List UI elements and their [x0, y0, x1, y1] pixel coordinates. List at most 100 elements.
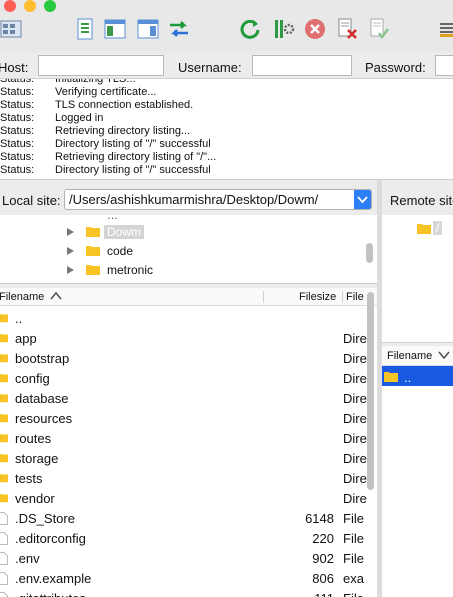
table-row[interactable]: .env.example 806 exa	[0, 567, 364, 587]
log-status-label: Status:	[0, 151, 35, 163]
message-log[interactable]: Status: Initializing TLS... Status: Verifyi…	[0, 79, 453, 180]
disconnect-icon[interactable]	[336, 18, 358, 40]
table-row[interactable]: config Dire	[0, 367, 367, 387]
zoom-window-button[interactable]	[44, 0, 56, 12]
folder-icon	[417, 224, 431, 234]
table-row[interactable]: bootstrap Dire	[0, 347, 367, 367]
toolbar	[0, 0, 453, 52]
local-site-label: Local site:	[2, 193, 61, 208]
local-site-path-combo[interactable]: /Users/ashishkumarmishra/Desktop/Dowm/	[64, 189, 372, 210]
file-name: .DS_Store	[15, 511, 75, 526]
close-window-button[interactable]	[4, 0, 16, 12]
cancel-icon[interactable]	[304, 18, 326, 40]
table-row[interactable]: ..	[0, 307, 364, 327]
toggle-local-tree-icon[interactable]	[104, 18, 126, 40]
column-filename-header[interactable]: Filename	[0, 291, 62, 303]
table-row[interactable]: tests Dire	[0, 467, 367, 487]
remote-row-name: ..	[404, 370, 412, 385]
expand-arrow-icon[interactable]	[67, 228, 74, 236]
password-label: Password:	[365, 60, 426, 75]
folder-icon	[86, 246, 100, 256]
column-divider	[342, 291, 343, 303]
reconnect-icon[interactable]	[368, 18, 390, 40]
log-message: Directory listing of "/" successful	[55, 138, 211, 150]
remote-column-filename-header[interactable]: Filename	[387, 350, 450, 362]
minimize-window-button[interactable]	[24, 0, 36, 12]
file-type: File	[343, 511, 364, 526]
folder-icon	[0, 313, 8, 323]
remote-directory-tree[interactable]: /	[382, 215, 453, 343]
log-message: Retrieving directory listing...	[55, 125, 191, 137]
log-line: Status: Logged in	[0, 112, 103, 125]
table-row[interactable]: resources Dire	[0, 407, 367, 427]
username-label: Username:	[178, 60, 242, 75]
username-input[interactable]	[252, 55, 352, 76]
table-row[interactable]: routes Dire	[0, 427, 367, 447]
password-input[interactable]	[435, 55, 453, 76]
log-line: Status: TLS connection established.	[0, 99, 193, 112]
table-row[interactable]: vendor Dire	[0, 487, 367, 507]
local-list-header: Filename Filesize File	[0, 288, 377, 306]
table-row[interactable]: .env 902 File	[0, 547, 364, 567]
expand-arrow-icon[interactable]	[67, 247, 74, 255]
column-filesize-header[interactable]: Filesize	[299, 291, 336, 303]
table-row[interactable]: .gitattributes 111 File	[0, 587, 364, 597]
folder-icon	[0, 333, 8, 343]
tree-item-metronic[interactable]: metronic	[0, 260, 360, 279]
column-divider	[263, 291, 264, 303]
local-file-list[interactable]: Filename Filesize File .. app Dire bootstra…	[0, 288, 377, 597]
file-type: Dire	[343, 351, 367, 366]
filter-icon[interactable]	[438, 18, 453, 40]
table-row[interactable]: app Dire	[0, 327, 367, 347]
file-name: vendor	[15, 491, 55, 506]
folder-icon	[0, 413, 8, 423]
transfer-queue-icon[interactable]	[168, 18, 190, 40]
file-icon	[0, 512, 8, 525]
log-message: Retrieving directory listing of "/"...	[55, 151, 217, 163]
file-name: resources	[15, 411, 73, 426]
file-type: File	[343, 531, 364, 546]
process-queue-icon[interactable]	[273, 18, 295, 40]
file-name: database	[15, 391, 69, 406]
file-size: 902	[312, 551, 334, 566]
file-type: Dire	[343, 411, 367, 426]
table-row[interactable]: .DS_Store 6148 File	[0, 507, 364, 527]
log-line: Status: Retrieving directory listing...	[0, 125, 190, 138]
log-status-label: Status:	[0, 138, 35, 150]
chevron-down-icon	[438, 351, 450, 360]
table-row[interactable]: database Dire	[0, 387, 367, 407]
tree-item-code[interactable]: code	[0, 241, 360, 260]
chevron-down-icon	[357, 196, 368, 204]
file-icon	[0, 532, 8, 545]
log-status-label: Status:	[0, 79, 35, 85]
toggle-remote-tree-icon[interactable]	[137, 18, 159, 40]
toggle-log-icon[interactable]	[74, 18, 96, 40]
local-directory-tree[interactable]: … Dowm code metronic	[0, 215, 377, 284]
remote-file-list[interactable]: Filename ..	[382, 346, 453, 597]
file-name: routes	[15, 431, 52, 446]
expand-arrow-icon[interactable]	[67, 266, 74, 274]
file-size: 806	[312, 571, 334, 586]
local-tree-scrollbar[interactable]	[366, 243, 373, 263]
file-name: tests	[15, 471, 43, 486]
log-message: Initializing TLS...	[55, 79, 136, 85]
file-name: bootstrap	[15, 351, 70, 366]
log-line: Status: Initializing TLS...	[0, 79, 136, 86]
remote-list-row[interactable]: ..	[382, 366, 453, 386]
folder-icon	[0, 473, 8, 483]
file-name: .editorconfig	[15, 531, 86, 546]
tree-item-dowm[interactable]: Dowm	[0, 222, 360, 241]
host-input[interactable]	[38, 55, 164, 76]
file-type: Dire	[343, 451, 367, 466]
file-type: Dire	[343, 491, 367, 506]
site-manager-icon[interactable]	[0, 18, 22, 40]
local-list-scrollbar[interactable]	[367, 292, 374, 490]
tree-item-label: code	[107, 244, 134, 258]
column-filetype-header[interactable]: File	[346, 291, 364, 303]
folder-icon	[384, 372, 398, 382]
table-row[interactable]: storage Dire	[0, 447, 367, 467]
refresh-icon[interactable]	[239, 18, 261, 40]
file-type: Dire	[343, 331, 367, 346]
local-path-dropdown-button[interactable]	[354, 190, 371, 209]
table-row[interactable]: .editorconfig 220 File	[0, 527, 364, 547]
